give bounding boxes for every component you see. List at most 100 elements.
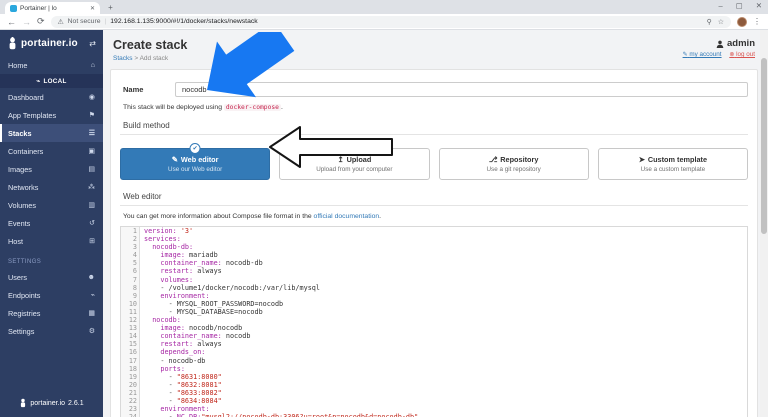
editor-line[interactable]: 20 - "8632:8081": [121, 381, 747, 389]
build-method-custom-template[interactable]: ➤ Custom template Use a custom template: [597, 148, 748, 180]
line-code: nocodb:: [152, 316, 181, 325]
editor-line[interactable]: 18 ports:: [121, 365, 747, 373]
editor-line[interactable]: 3 nocodb-db:: [121, 243, 747, 251]
sidebar-settings-header: SETTINGS: [8, 259, 42, 265]
sidebar-item-label: Dashboard: [8, 92, 44, 102]
sidebar-logo-row[interactable]: portainer.io ⇄: [0, 30, 103, 56]
portainer-favicon-icon: [10, 4, 17, 12]
new-tab-button[interactable]: +: [106, 3, 115, 12]
browser-toolbar: ← → ⟳ ⚠ Not secure | 192.168.1.135:9000/…: [0, 14, 768, 30]
line-code: - nocodb-db: [160, 356, 206, 365]
editor-line[interactable]: 14 container_name: nocodb: [121, 332, 747, 340]
refresh-icon[interactable]: ⟳: [37, 16, 45, 27]
browser-profile-avatar[interactable]: [737, 16, 747, 27]
sidebar-item-label: Users: [8, 272, 28, 282]
editor-line[interactable]: 16 depends_on:: [121, 348, 747, 356]
line-number: 11: [128, 307, 137, 316]
sidebar-item-label: Networks: [8, 182, 39, 192]
editor-line[interactable]: 9 environment:: [121, 292, 747, 300]
compose-editor[interactable]: 1 version: '3' 2 services: 3 nocodb-db: 4 ima…: [120, 226, 748, 417]
editor-line[interactable]: 8 - /volume1/docker/nocodb:/var/lib/mysq…: [121, 284, 747, 292]
editor-line[interactable]: 24 - NC_DB:"mysql2://nocodb-db:3306?u=ro…: [121, 413, 747, 417]
official-documentation-link[interactable]: official documentation: [314, 213, 380, 220]
endpoints-icon: ⌁: [90, 292, 95, 299]
sidebar-item-home[interactable]: Home ⌂: [0, 56, 103, 74]
line-code: version: '3': [144, 227, 194, 235]
editor-line[interactable]: 5 container_name: nocodb-db: [121, 259, 747, 267]
editor-line[interactable]: 22 - "8634:8084": [121, 397, 747, 405]
line-number: 18: [128, 364, 137, 373]
browser-menu-icon[interactable]: ⋮: [753, 17, 761, 26]
line-code: environment:: [160, 291, 210, 300]
sidebar-item-events[interactable]: Events ↺: [0, 214, 103, 232]
my-account-link[interactable]: ✎ my account: [683, 51, 722, 58]
name-label: Name: [123, 85, 144, 94]
editor-line[interactable]: 2 services:: [121, 235, 747, 243]
line-number: 10: [128, 299, 137, 308]
window-maximize-icon[interactable]: ▢: [736, 1, 743, 10]
sidebar-item-endpoints[interactable]: Endpoints ⌁: [0, 286, 103, 304]
sidebar-item-networks[interactable]: Networks ⁂: [0, 178, 103, 196]
editor-line[interactable]: 15 restart: always: [121, 340, 747, 348]
editor-line[interactable]: 1 version: '3': [121, 227, 747, 235]
sidebar-item-containers[interactable]: Containers ▣: [0, 142, 103, 160]
sidebar-item-users[interactable]: Users ☻: [0, 268, 103, 286]
line-number: 7: [132, 275, 137, 284]
upload-icon: ↥: [337, 155, 344, 164]
create-stack-panel: Name This stack will be deployed using d…: [110, 69, 758, 417]
sidebar-item-label: Volumes: [8, 200, 36, 210]
stack-name-input[interactable]: [175, 82, 748, 97]
editor-line[interactable]: 23 environment:: [121, 405, 747, 413]
editor-line[interactable]: 6 restart: always: [121, 267, 747, 275]
sidebar-collapse-icon[interactable]: ⇄: [89, 39, 96, 48]
build-method-repository[interactable]: ⎇ Repository Use a git repository: [438, 148, 589, 180]
sidebar: portainer.io ⇄ Home ⌂ ⌁ LOCAL Dashboard ◉ A…: [0, 30, 103, 417]
window-close-icon[interactable]: ✕: [756, 1, 762, 10]
browser-tab[interactable]: Portainer | lo ✕: [5, 2, 100, 14]
page-scrollbar[interactable]: [760, 30, 768, 417]
scrollbar-thumb[interactable]: [761, 58, 767, 234]
sidebar-item-dashboard[interactable]: Dashboard ◉: [0, 88, 103, 106]
sidebar-item-settings[interactable]: Settings ⚙: [0, 322, 103, 340]
password-key-icon[interactable]: ⚲: [707, 18, 712, 26]
omnibox-separator: |: [104, 18, 107, 25]
editor-line[interactable]: 10 - MYSQL_ROOT_PASSWORD=nocodb: [121, 300, 747, 308]
editor-line[interactable]: 13 image: nocodb/nocodb: [121, 324, 747, 332]
window-minimize-icon[interactable]: –: [718, 1, 722, 10]
log-out-link[interactable]: ⊗ log out: [729, 51, 755, 58]
events-icon: ↺: [89, 220, 95, 227]
address-bar[interactable]: ⚠ Not secure | 192.168.1.135:9000/#!/1/d…: [50, 15, 731, 28]
line-code: - "8634:8084": [168, 396, 222, 405]
line-code: - MYSQL_DATABASE=nocodb: [168, 307, 263, 316]
editor-line[interactable]: 4 image: mariadb: [121, 251, 747, 259]
back-icon[interactable]: ←: [7, 17, 16, 27]
sidebar-items-local: Dashboard ◉ App Templates ⚑ Stacks ☰ Container…: [0, 88, 103, 250]
sidebar-item-volumes[interactable]: Volumes ▥: [0, 196, 103, 214]
breadcrumb-stacks-link[interactable]: Stacks: [113, 55, 133, 62]
tab-close-icon[interactable]: ✕: [90, 5, 95, 12]
editor-line[interactable]: 21 - "8633:8082": [121, 389, 747, 397]
editor-line[interactable]: 17 - nocodb-db: [121, 357, 747, 365]
editor-line[interactable]: 11 - MYSQL_DATABASE=nocodb: [121, 308, 747, 316]
card-subtitle: Use a custom template: [640, 166, 706, 173]
sidebar-item-stacks[interactable]: Stacks ☰: [0, 124, 103, 142]
sidebar-item-registries[interactable]: Registries ▦: [0, 304, 103, 322]
sidebar-item-label: Images: [8, 164, 32, 174]
sidebar-endpoint-header[interactable]: ⌁ LOCAL: [0, 74, 103, 88]
build-method-upload[interactable]: ↥ Upload Upload from your computer: [279, 148, 430, 180]
line-code: nocodb-db:: [152, 243, 194, 252]
user-box: admin ✎ my account ⊗ log out: [683, 38, 755, 62]
forward-icon[interactable]: →: [22, 17, 31, 27]
portainer-footer-logo-icon: [21, 398, 26, 408]
editor-line[interactable]: 12 nocodb:: [121, 316, 747, 324]
bookmark-star-icon[interactable]: ☆: [718, 18, 724, 26]
browser-tabstrip: Portainer | lo ✕ + – ▢ ✕: [0, 0, 768, 14]
editor-line[interactable]: 7 volumes:: [121, 276, 747, 284]
sidebar-item-app-templates[interactable]: App Templates ⚑: [0, 106, 103, 124]
breadcrumb: Stacks > Add stack: [113, 55, 187, 62]
sidebar-item-images[interactable]: Images ▤: [0, 160, 103, 178]
build-method-web-editor[interactable]: ✔ ✎ Web editor Use our Web editor: [120, 143, 271, 180]
editor-line[interactable]: 19 - "8631:8080": [121, 373, 747, 381]
line-number: 1: [132, 227, 137, 235]
sidebar-item-host[interactable]: Host ⊞: [0, 232, 103, 250]
